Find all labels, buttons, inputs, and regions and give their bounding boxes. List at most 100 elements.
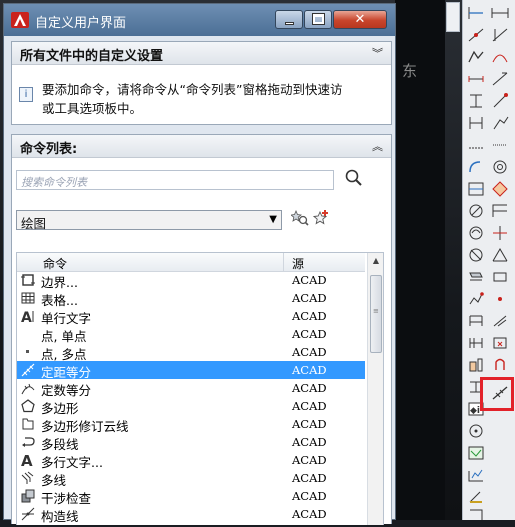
make-block-icon[interactable] [466, 268, 486, 286]
donut-tool-icon[interactable] [466, 488, 486, 506]
command-source: ACAD [292, 435, 327, 449]
customizations-panel-header[interactable]: 所有文件中的自定义设置 ︾ [12, 42, 391, 65]
list-item[interactable]: A 多行文字... ACAD [17, 451, 365, 470]
command-source: ACAD [292, 381, 327, 395]
list-item[interactable]: A 单行文字 ACAD [17, 307, 365, 326]
command-list-panel-header[interactable]: 命令列表: ︽ [12, 135, 391, 158]
command-filter-dropdown[interactable]: 绘图 ▼ [16, 210, 282, 231]
command-source: ACAD [292, 471, 327, 485]
gradient-tool-icon[interactable] [466, 334, 486, 352]
boundary-tool-icon[interactable] [466, 506, 486, 524]
command-source: ACAD [292, 327, 327, 341]
insert-block-icon[interactable] [466, 246, 486, 264]
list-item-selected[interactable]: 定距等分 ACAD [17, 361, 365, 380]
list-item[interactable]: 定数等分 ACAD [17, 379, 365, 398]
table-icon [21, 292, 35, 304]
find-command-icon[interactable] [291, 209, 309, 227]
list-item[interactable]: 多段线 ACAD [17, 433, 365, 452]
column-divider[interactable] [283, 253, 284, 271]
polyline-icon [22, 437, 35, 447]
arc-tool-icon[interactable] [466, 114, 486, 132]
close-button[interactable]: ✕ [333, 10, 387, 29]
autocad-logo-icon [11, 12, 29, 28]
ellipse-arc-tool-icon[interactable] [466, 224, 486, 242]
create-command-icon[interactable] [312, 209, 330, 227]
command-source: ACAD [292, 309, 327, 323]
list-scrollbar[interactable]: ▲ ≡ [367, 253, 383, 525]
helix-tool-icon[interactable] [466, 466, 486, 484]
divide-icon [21, 383, 35, 395]
chevron-up-icon[interactable]: ︽ [372, 138, 383, 154]
customizations-panel: 所有文件中的自定义设置 ︾ i 要添加命令，请将命令从“命令列表”窗格拖动到快速… [11, 41, 392, 125]
command-source: ACAD [292, 507, 327, 521]
filter-value: 绘图 [21, 216, 47, 231]
xline-tool-icon[interactable] [466, 26, 486, 44]
customizations-panel-title: 所有文件中的自定义设置 [20, 49, 164, 64]
svg-text:◆i: ◆i [470, 406, 480, 416]
list-item[interactable]: 边界... ACAD [17, 271, 365, 290]
search-icon[interactable] [344, 168, 364, 188]
column-command[interactable]: 命令 [43, 255, 67, 272]
list-item[interactable]: 多边形 ACAD [17, 397, 365, 416]
arc-length-dim-icon[interactable] [490, 48, 510, 66]
angular-dim-icon[interactable] [490, 158, 510, 176]
list-item[interactable]: 构造线 ACAD [17, 505, 365, 524]
command-source: ACAD [292, 489, 327, 503]
point-tool-icon[interactable] [466, 290, 486, 308]
list-item[interactable]: 点, 单点 ACAD [17, 325, 365, 344]
point-icon [26, 350, 29, 353]
quick-dim-icon[interactable] [490, 180, 510, 198]
center-mark-icon[interactable] [490, 312, 510, 330]
list-item[interactable]: 干涉检查 ACAD [17, 487, 365, 506]
circle-tool-icon[interactable] [466, 136, 486, 154]
customize-ui-dialog: 自定义用户界面 ✕ 所有文件中的自定义设置 ︾ i 要添加命令，请将命令从“命令… [3, 3, 396, 525]
boundary-icon [21, 274, 35, 286]
minimize-button[interactable] [275, 10, 303, 29]
title-bar[interactable]: 自定义用户界面 ✕ [4, 4, 395, 36]
multiline-text-icon: A [21, 453, 33, 467]
info-icon: i [19, 87, 33, 102]
dimension-tool-icon[interactable] [490, 4, 510, 22]
diameter-dim-icon[interactable] [490, 136, 510, 154]
list-item[interactable]: 多边形修订云线 ACAD [17, 415, 365, 434]
command-source: ACAD [292, 399, 327, 413]
command-source: ACAD [292, 345, 327, 359]
scrollbar-thumb[interactable]: ≡ [370, 275, 382, 353]
hatch-tool-icon[interactable] [466, 312, 486, 330]
column-source[interactable]: 源 [292, 255, 304, 272]
rectangle-tool-icon[interactable] [466, 92, 486, 110]
region-tool-icon[interactable] [466, 356, 486, 374]
dim-update-icon[interactable] [466, 422, 486, 440]
line-tool-icon[interactable] [466, 4, 486, 22]
ellipse-tool-icon[interactable] [466, 202, 486, 220]
measure-icon [21, 363, 35, 377]
revcloud-tool-icon[interactable] [466, 158, 486, 176]
command-source: ACAD [292, 453, 327, 467]
inspection-icon[interactable] [490, 334, 510, 352]
ordinate-dim-icon[interactable] [490, 70, 510, 88]
tolerance-icon[interactable] [490, 290, 510, 308]
command-search-input[interactable]: 搜索命令列表 [16, 170, 334, 190]
maximize-button[interactable] [304, 10, 332, 29]
command-list-header: 命令 源 [17, 253, 365, 272]
dim-space-icon[interactable] [490, 246, 510, 264]
spline-tool-icon[interactable] [466, 180, 486, 198]
list-item[interactable]: 多线 ACAD [17, 469, 365, 488]
window-title: 自定义用户界面 [35, 16, 127, 31]
side-scrollbar[interactable] [446, 2, 460, 32]
dim-break-icon[interactable] [490, 268, 510, 286]
list-item[interactable]: 点, 多点 ACAD [17, 343, 365, 362]
chevron-down-icon[interactable]: ︾ [372, 45, 383, 61]
polyline-tool-icon[interactable] [466, 48, 486, 66]
polygon-tool-icon[interactable] [466, 70, 486, 88]
wipeout-tool-icon[interactable] [466, 444, 486, 462]
jogged-linear-icon[interactable] [490, 356, 510, 374]
continue-dim-icon[interactable] [490, 224, 510, 242]
list-item[interactable]: 表格... ACAD [17, 289, 365, 308]
baseline-dim-icon[interactable] [490, 202, 510, 220]
radius-dim-icon[interactable] [490, 92, 510, 110]
aligned-dim-icon[interactable] [490, 26, 510, 44]
scroll-up-arrow-icon[interactable]: ▲ [368, 253, 383, 269]
svg-text:A: A [21, 453, 33, 467]
jogged-dim-icon[interactable] [490, 114, 510, 132]
